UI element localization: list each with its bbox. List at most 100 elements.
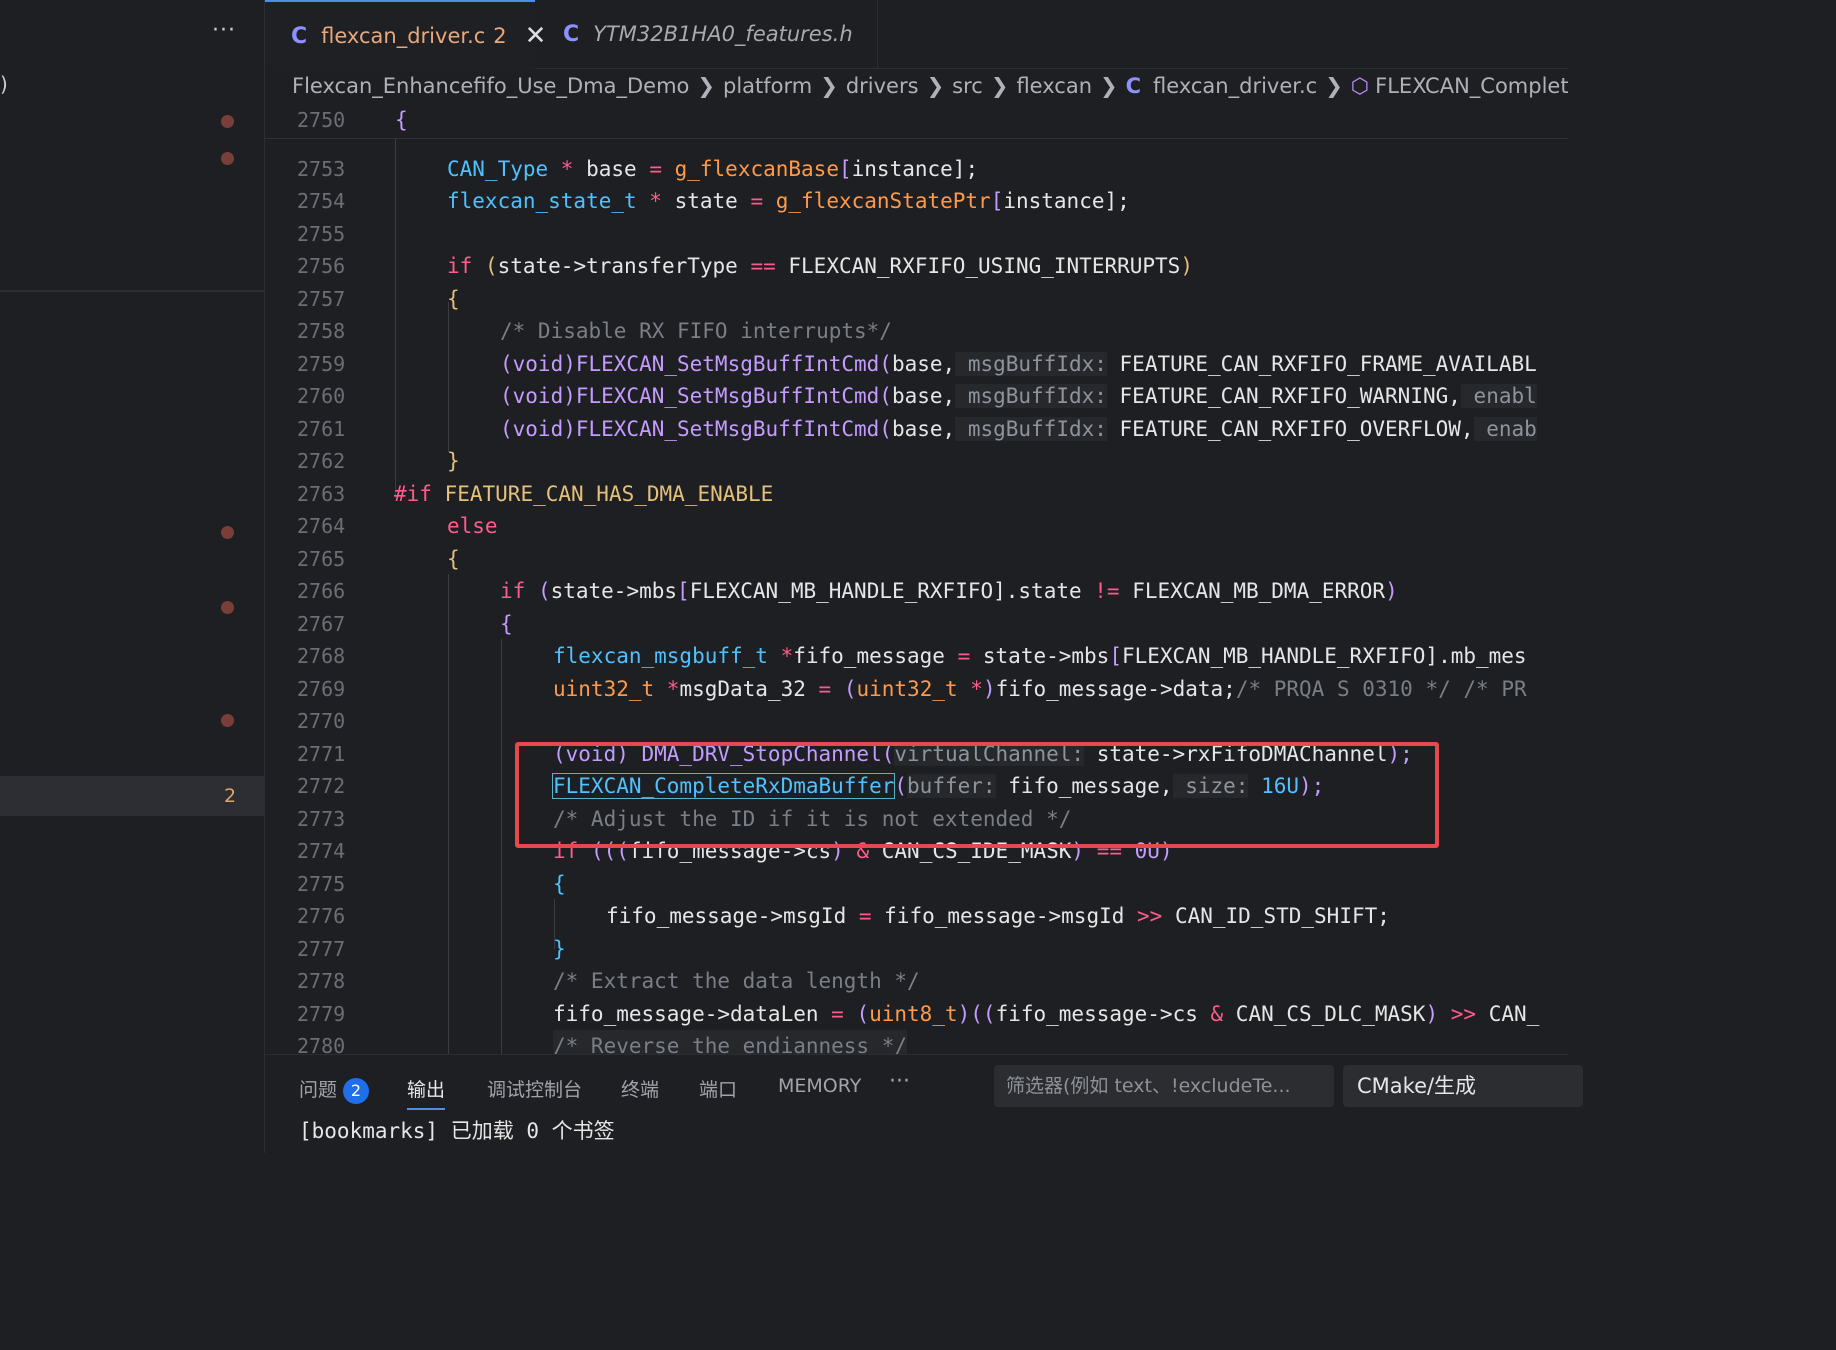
code-line[interactable]: fifo_message->msgId = fifo_message->msgI… [606, 900, 1390, 932]
tab-problem-badge: 2 [493, 24, 507, 48]
line-number: 2760 [297, 384, 346, 408]
tab-flexcan-driver-c[interactable]: C flexcan_driver.c 2 ✕ [265, 0, 546, 70]
code-comment: /* Reverse the endianness */ [553, 1034, 908, 1054]
panel-tab-problems[interactable]: 问题 2 [299, 1075, 370, 1104]
breadcrumb-item[interactable]: Flexcan_Enhancefifo_Use_Dma_Demo [292, 74, 689, 98]
annotation-highlight-box [515, 742, 1439, 848]
breakpoint-marker[interactable] [221, 526, 234, 539]
code-line[interactable]: if (state->mbs[FLEXCAN_MB_HANDLE_RXFIFO]… [500, 575, 1398, 607]
more-actions-icon[interactable]: ··· [212, 18, 236, 43]
code-token: FLEXCAN_MB_HANDLE_RXFIFO [689, 579, 994, 603]
code-token: state [674, 189, 738, 213]
code-token: } [447, 449, 460, 473]
code-token: ( [879, 417, 892, 441]
code-comment: /* Disable RX FIFO interrupts*/ [500, 319, 892, 343]
sticky-scroll-line[interactable]: 2750 { [265, 104, 1568, 139]
breakpoint-marker[interactable] [221, 601, 234, 614]
code-token: state->transferType [497, 254, 738, 278]
code-token: != [1081, 579, 1133, 603]
breadcrumb: Flexcan_Enhancefifo_Use_Dma_Demo ❯ platf… [292, 68, 1568, 104]
code-token: ( [879, 384, 892, 408]
panel-tab-ports[interactable]: 端口 [699, 1075, 737, 1102]
code-line[interactable]: CAN_Type * base = g_flexcanBase[instance… [447, 153, 978, 185]
panel-tab-output[interactable]: 输出 [407, 1075, 446, 1110]
code-token: if [500, 579, 526, 603]
code-line[interactable]: flexcan_msgbuff_t *fifo_message = state-… [553, 640, 1527, 672]
code-token: = [636, 157, 675, 181]
code-token: base [586, 157, 637, 181]
code-token: fifo_message->data; [995, 677, 1236, 701]
line-number: 2762 [297, 449, 346, 473]
tab-label: YTM32B1HA0_features.h [593, 22, 853, 46]
code-line[interactable]: { [500, 608, 513, 640]
code-line[interactable]: else [447, 510, 498, 542]
code-line[interactable]: { [447, 283, 460, 315]
line-number: 2778 [297, 969, 346, 993]
code-line[interactable]: } [553, 933, 566, 965]
code-token: msgData_32 [679, 677, 806, 701]
code-line[interactable]: flexcan_state_t * state = g_flexcanState… [447, 185, 1130, 217]
code-line[interactable]: fifo_message->dataLen = (uint8_t)((fifo_… [553, 998, 1539, 1030]
code-line[interactable]: if (state->transferType == FLEXCAN_RXFIF… [447, 250, 1193, 282]
output-channel-select[interactable]: CMake/生成 [1343, 1065, 1583, 1107]
chevron-right-icon: ❯ [990, 74, 1009, 98]
breadcrumb-item[interactable]: platform [723, 74, 812, 98]
chevron-right-icon: ❯ [926, 74, 945, 98]
code-token: * [548, 157, 587, 181]
code-line[interactable]: /* Reverse the endianness */ [553, 1030, 908, 1054]
indent-guide [448, 302, 449, 452]
breadcrumb-item[interactable]: flexcan [1016, 74, 1092, 98]
code-token: ) [1180, 254, 1193, 278]
breadcrumb-item[interactable]: src [952, 74, 983, 98]
code-line[interactable]: #if FEATURE_CAN_HAS_DMA_ENABLE [394, 478, 773, 510]
panel-tab-terminal[interactable]: 终端 [621, 1075, 659, 1102]
panel-tab-memory[interactable]: MEMORY [778, 1075, 861, 1097]
code-token: * [767, 644, 794, 668]
code-token: ( [472, 254, 498, 278]
code-token: else [447, 514, 498, 538]
code-comment: /* PRQA S 0310 */ /* PR [1235, 677, 1527, 701]
breadcrumb-item[interactable]: FLEXCAN_CompleteRxDmaBu [1375, 74, 1568, 98]
code-token: if [447, 254, 473, 278]
code-token: fifo_message->msgId [606, 904, 847, 928]
breakpoint-marker[interactable] [221, 714, 234, 727]
code-token: (void) [500, 352, 576, 376]
code-token: FEATURE_CAN_RXFIFO_FRAME_AVAILABL [1106, 352, 1537, 376]
code-token: g_flexcanBase [674, 157, 839, 181]
line-number: 2754 [297, 189, 346, 213]
tab-features-h[interactable]: C YTM32B1HA0_features.h [537, 0, 878, 68]
code-token: } [553, 937, 566, 961]
code-token: flexcan_msgbuff_t [553, 644, 768, 668]
chevron-right-icon: ❯ [1325, 74, 1343, 98]
editor-tab-bar: C flexcan_driver.c 2 ✕ C YTM32B1HA0_feat… [265, 0, 1568, 70]
code-token: [ [1109, 644, 1122, 668]
breakpoint-marker[interactable] [221, 115, 234, 128]
inlay-hint: msgBuffIdx: [955, 417, 1107, 441]
output-filter-input[interactable]: 筛选器(例如 text、!excludeTe... [994, 1065, 1334, 1107]
breakpoint-marker[interactable] [221, 152, 234, 165]
code-token: CAN_ID_STD_SHIFT; [1174, 904, 1390, 928]
code-token: uint32_t [553, 677, 655, 701]
code-line[interactable]: /* Disable RX FIFO interrupts*/ [500, 315, 892, 347]
problem-count-badge: 2 [224, 785, 237, 807]
code-line[interactable]: /* Extract the data length */ [553, 965, 920, 997]
code-line[interactable]: (void)FLEXCAN_SetMsgBuffIntCmd(base, msg… [500, 348, 1537, 380]
code-token: { [447, 547, 460, 571]
code-token: = [818, 1002, 857, 1026]
code-line[interactable]: } [447, 445, 460, 477]
breadcrumb-item[interactable]: drivers [846, 74, 919, 98]
line-number: 2757 [297, 287, 346, 311]
breadcrumb-item[interactable]: flexcan_driver.c [1153, 74, 1317, 98]
line-number: 2764 [297, 514, 346, 538]
panel-tab-debug-console[interactable]: 调试控制台 [487, 1075, 582, 1102]
code-token: FEATURE_CAN_HAS_DMA_ENABLE [431, 482, 774, 506]
code-line[interactable]: uint32_t *msgData_32 = (uint32_t *)fifo_… [553, 673, 1527, 705]
code-editor[interactable]: 2750 { 2753 2754 2755 2756 2757 2758 275… [265, 104, 1568, 1054]
symbol-method-icon: ⬡ [1350, 74, 1370, 98]
code-token: ].state [993, 579, 1082, 603]
code-line[interactable]: { [447, 543, 460, 575]
code-line[interactable]: { [553, 868, 566, 900]
code-line[interactable]: (void)FLEXCAN_SetMsgBuffIntCmd(base, msg… [500, 413, 1537, 445]
more-actions-icon[interactable]: ··· [889, 1069, 910, 1094]
code-line[interactable]: (void)FLEXCAN_SetMsgBuffIntCmd(base, msg… [500, 380, 1537, 412]
